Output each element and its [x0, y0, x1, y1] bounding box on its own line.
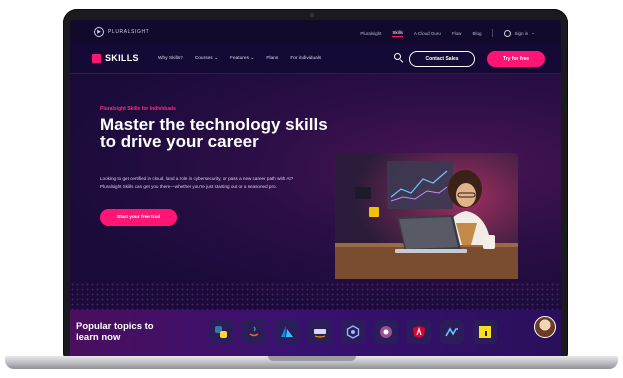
- utility-nav: Pluralsight Skills A Cloud Guru Flow Blo…: [360, 29, 535, 37]
- skills-logo-icon: [92, 53, 101, 63]
- nav-item-courses[interactable]: Courses ⌄: [195, 56, 218, 61]
- java-icon[interactable]: [242, 320, 266, 344]
- pluralsight-logo[interactable]: ▶ PLURALSIGHT: [94, 27, 149, 37]
- nav-item-features-label: Features: [230, 56, 249, 61]
- nav-item-for-individuals[interactable]: For individuals: [290, 56, 321, 61]
- aws-icon[interactable]: [308, 320, 332, 344]
- hero-title: Master the technology skills to drive yo…: [100, 115, 328, 151]
- utility-link-pluralsight[interactable]: Pluralsight: [360, 31, 381, 36]
- search-icon[interactable]: [394, 53, 404, 63]
- skills-wordmark: SKILLS: [105, 53, 139, 63]
- main-nav: SKILLS Why Skills? Courses ⌄ Features ⌄ …: [70, 44, 561, 74]
- pluralsight-wordmark: PLURALSIGHT: [108, 29, 150, 35]
- kubernetes-icon[interactable]: [341, 320, 365, 344]
- pluralsight-logo-icon: ▶: [94, 27, 104, 37]
- laptop-screen: ▶ PLURALSIGHT Pluralsight Skills A Cloud…: [70, 20, 561, 362]
- nav-item-courses-label: Courses: [194, 56, 213, 61]
- utility-bar: ▶ PLURALSIGHT Pluralsight Skills A Cloud…: [70, 20, 561, 44]
- angular-icon[interactable]: [407, 320, 431, 344]
- utility-link-skills[interactable]: Skills: [392, 30, 403, 37]
- hero-description: Looking to get certified in cloud, land …: [100, 176, 294, 189]
- nav-item-plans[interactable]: Plans: [266, 56, 278, 61]
- nav-item-features[interactable]: Features ⌄: [230, 56, 254, 61]
- utility-divider: [492, 29, 494, 37]
- python-icon[interactable]: [209, 320, 233, 344]
- hero-eyebrow: Pluralsight Skills for Individuals: [100, 106, 176, 112]
- javascript-icon[interactable]: [473, 320, 497, 344]
- camera-icon: [310, 13, 314, 17]
- nav-links: Why Skills? Courses ⌄ Features ⌄ Plans F…: [158, 56, 321, 61]
- microsoft-icon[interactable]: [440, 320, 464, 344]
- user-icon: [504, 29, 512, 37]
- contact-sales-button[interactable]: Contact Sales: [409, 51, 475, 67]
- signin-label: Sign in: [514, 30, 529, 36]
- popular-topics-title: Popular topics to learn now: [76, 321, 154, 343]
- hero-photo: [335, 153, 518, 279]
- utility-link-acloudguru[interactable]: A Cloud Guru: [414, 31, 441, 36]
- try-for-free-button[interactable]: Try for free: [487, 51, 545, 67]
- signin-link[interactable]: Sign in ⌄: [504, 29, 535, 37]
- popular-topics-bar: Popular topics to learn now: [70, 310, 561, 362]
- skills-logo[interactable]: SKILLS: [92, 53, 139, 63]
- laptop-mockup: ▶ PLURALSIGHT Pluralsight Skills A Cloud…: [0, 0, 623, 378]
- avatar[interactable]: [534, 316, 556, 338]
- utility-link-blog[interactable]: Blog: [472, 31, 481, 36]
- chevron-down-icon: ⌄: [531, 30, 535, 35]
- csharp-icon[interactable]: [374, 320, 398, 344]
- nav-item-why-skills[interactable]: Why Skills?: [158, 56, 183, 61]
- start-free-trial-button[interactable]: Start your free trial: [100, 209, 177, 226]
- azure-icon[interactable]: [275, 320, 299, 344]
- utility-link-flow[interactable]: Flow: [452, 31, 462, 36]
- laptop-notch: [268, 356, 356, 361]
